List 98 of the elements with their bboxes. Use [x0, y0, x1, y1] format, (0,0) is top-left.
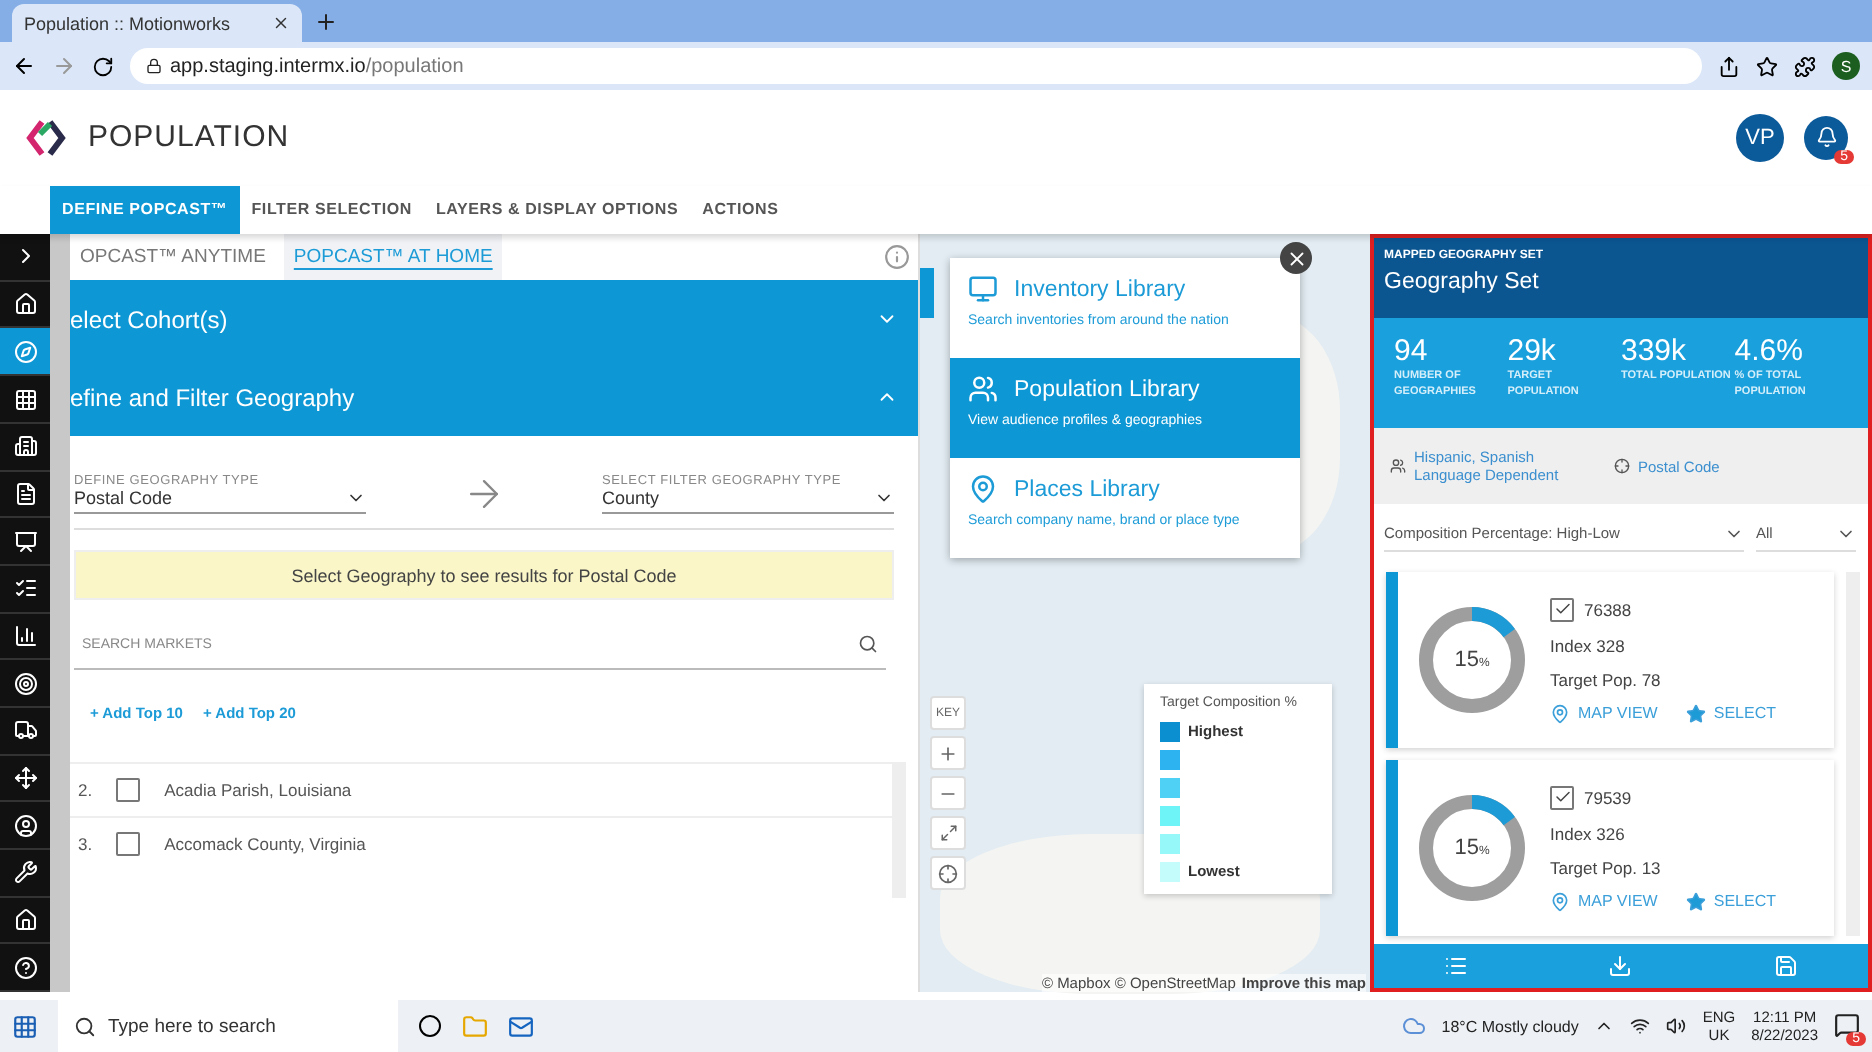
back-icon[interactable]	[12, 54, 36, 79]
nav-tab[interactable]: ACTIONS	[690, 185, 791, 235]
target-icon	[13, 671, 37, 696]
reload-icon[interactable]	[92, 55, 114, 78]
crosshair-icon	[1614, 458, 1630, 475]
address-bar[interactable]: app.staging.intermx.io/population	[130, 48, 1702, 85]
mail-icon[interactable]	[508, 1013, 534, 1039]
nav-tab[interactable]: LAYERS & DISPLAY OPTIONS	[423, 185, 691, 235]
market-name: Accomack County, Virginia	[164, 834, 366, 855]
volume-icon[interactable]	[1666, 1016, 1687, 1036]
accordion-header[interactable]: efine and Filter Geography	[70, 358, 918, 437]
close-button[interactable]	[1280, 242, 1312, 275]
stat-value: 339k	[1621, 334, 1689, 369]
star-icon	[1685, 703, 1706, 724]
checkbox[interactable]	[116, 778, 141, 803]
nav-tab[interactable]: DEFINE POPCAST™	[50, 185, 240, 235]
fullscreen-icon	[939, 824, 957, 843]
search-icon	[858, 634, 878, 655]
checkbox[interactable]	[1550, 597, 1574, 622]
start-icon[interactable]	[12, 1013, 38, 1039]
search-icon	[74, 1015, 96, 1037]
building-icon	[13, 434, 37, 459]
index-value: Index 326	[1550, 823, 1627, 844]
postal-code: 76388	[1584, 599, 1632, 620]
compass-icon	[13, 339, 37, 364]
taskbar-search[interactable]: Type here to search	[58, 1000, 398, 1052]
scrollbar[interactable]	[50, 234, 70, 993]
check-icon	[1553, 788, 1571, 807]
target-population: Target Pop. 78	[1550, 669, 1663, 690]
task-view-icon[interactable]	[418, 1014, 442, 1038]
market-name: Acadia Parish, Louisiana	[164, 780, 352, 801]
pin-icon	[1550, 703, 1570, 724]
star-icon	[1685, 891, 1706, 912]
browser-tab[interactable]: Population :: Motionworks	[12, 4, 302, 43]
row-number: 2.	[78, 780, 93, 801]
grid-icon	[13, 387, 37, 411]
sidebar-item[interactable]	[0, 328, 50, 377]
weather-text: 18°C Mostly cloudy	[1441, 1017, 1579, 1035]
select-link[interactable]: SELECT	[1685, 703, 1776, 724]
crosshair-icon	[938, 863, 958, 884]
sub-tab[interactable]: POPCAST™ AT HOME	[283, 234, 503, 281]
index-value: Index 328	[1550, 635, 1627, 656]
logo-icon	[24, 115, 68, 160]
target-population: Target Pop. 13	[1550, 857, 1663, 878]
chart-icon	[13, 623, 37, 648]
user-avatar[interactable]: VP	[1736, 113, 1784, 162]
stat-value: 29k	[1507, 334, 1558, 369]
billboard-icon	[13, 529, 37, 554]
bell-icon	[1815, 126, 1837, 149]
bookmark-icon[interactable]	[1756, 55, 1778, 78]
help-icon	[13, 955, 37, 980]
checklist-icon	[13, 576, 37, 601]
new-tab-icon[interactable]	[314, 10, 338, 35]
save-icon[interactable]	[1773, 954, 1798, 979]
network-icon[interactable]	[1630, 1016, 1651, 1036]
fullscreen-button[interactable]	[930, 816, 966, 851]
nav-tab[interactable]: FILTER SELECTION	[239, 185, 424, 235]
plus-icon	[938, 743, 958, 764]
share-icon[interactable]	[1718, 55, 1740, 78]
pin-icon	[1550, 891, 1570, 912]
vehicles-icon	[13, 718, 37, 743]
stat-value: 94	[1394, 334, 1430, 369]
people-icon	[1390, 458, 1406, 475]
notice-banner: Select Geography to see results for Postal Code	[74, 550, 894, 601]
donut-chart	[1414, 790, 1530, 907]
locate-button[interactable]	[930, 856, 966, 891]
checkbox[interactable]	[1550, 785, 1574, 810]
accordion-header[interactable]: elect Cohort(s)	[70, 280, 918, 359]
row-number: 3.	[78, 834, 93, 855]
profile-avatar[interactable]: S	[1832, 52, 1860, 81]
home-icon	[13, 292, 37, 317]
collapse-handle[interactable]	[920, 268, 934, 319]
donut-chart	[1414, 602, 1530, 719]
extensions-icon[interactable]	[1794, 55, 1816, 78]
check-icon	[1553, 600, 1571, 619]
sub-tab[interactable]: OPCAST™ ANYTIME	[70, 234, 276, 281]
lock-icon	[146, 58, 162, 75]
close-icon[interactable]	[272, 14, 290, 33]
postal-code: 79539	[1584, 787, 1632, 808]
report-icon	[13, 481, 37, 506]
move-icon	[13, 766, 37, 790]
download-icon[interactable]	[1608, 954, 1633, 979]
wrench-icon	[13, 860, 37, 885]
map-view-link[interactable]: MAP VIEW	[1550, 703, 1658, 724]
weather-icon	[1401, 1014, 1426, 1038]
checkbox[interactable]	[116, 832, 141, 857]
people-icon	[968, 374, 998, 405]
close-icon	[1285, 247, 1307, 270]
zoom-in-button[interactable]	[930, 736, 966, 771]
home-icon	[13, 908, 37, 933]
app-title: POPULATION	[88, 120, 292, 155]
info-icon[interactable]	[884, 244, 910, 271]
monitor-icon	[968, 274, 998, 305]
stat-value: 4.6%	[1734, 334, 1805, 369]
user-icon	[13, 813, 37, 838]
pin-icon	[968, 474, 998, 505]
select-link[interactable]: SELECT	[1685, 891, 1776, 912]
map-view-link[interactable]: MAP VIEW	[1550, 891, 1658, 912]
